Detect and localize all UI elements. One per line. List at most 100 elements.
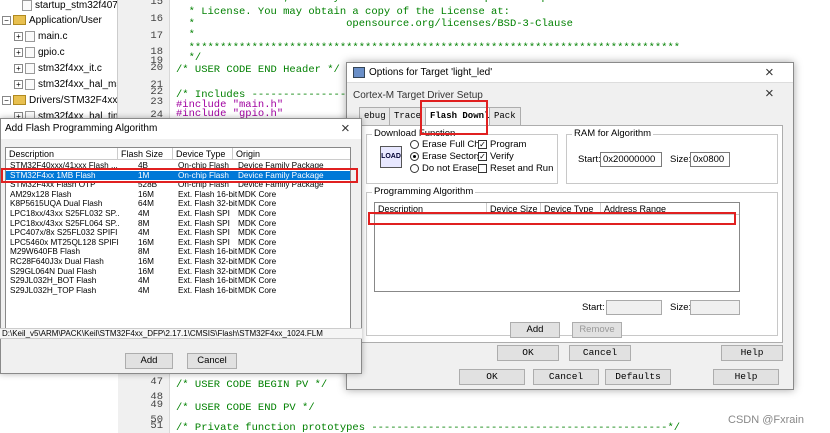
line-number: 23 bbox=[150, 96, 163, 108]
close-icon[interactable]: × bbox=[765, 64, 774, 81]
defaults-button[interactable]: Defaults bbox=[605, 369, 671, 385]
code-line[interactable]: * opensource.org/licenses/BSD-3-Clause bbox=[176, 18, 573, 30]
algorithm-cell: MDK Core bbox=[238, 189, 277, 199]
ok-button[interactable]: OK bbox=[459, 369, 525, 385]
col-origin[interactable]: Origin bbox=[233, 148, 350, 160]
algorithm-row[interactable]: AM29x128 Flash 16M Ext. Flash 16-bit MDK Co… bbox=[6, 190, 350, 200]
tree-item[interactable]: startup_stm32f407xx bbox=[22, 0, 117, 14]
col-flash-size[interactable]: Flash Size bbox=[118, 148, 173, 160]
ram-size-field[interactable]: 0x0800 bbox=[690, 152, 730, 167]
algorithm-cell: M29W640FB Flash bbox=[10, 247, 81, 257]
options-titlebar[interactable]: Options for Target 'light_led' × bbox=[347, 63, 793, 83]
algorithm-row[interactable]: LPC18xx/43xx S25FL032 SP... 4M Ext. Flash … bbox=[6, 209, 350, 219]
algorithm-cell: S29JL032H_BOT Flash bbox=[10, 276, 97, 286]
code-line[interactable]: * the "License"; You may not use this fi… bbox=[176, 0, 643, 4]
expand-icon[interactable]: + bbox=[14, 47, 23, 57]
algorithm-cell: 4M bbox=[138, 209, 150, 218]
load-icon: LOAD bbox=[380, 146, 402, 168]
algorithm-row[interactable]: LPC5460x MT25QL128 SPIFI 16M Ext. Flash SP… bbox=[6, 238, 350, 248]
algo-start-field[interactable] bbox=[606, 300, 662, 315]
unchecked-icon bbox=[478, 163, 487, 173]
algorithm-cell: AM29x128 Flash bbox=[10, 189, 72, 199]
algorithm-row[interactable]: LPC18xx/43xx S25FL064 SP... 8M Ext. Flash … bbox=[6, 219, 350, 229]
inner-ok-button[interactable]: OK bbox=[497, 345, 559, 361]
tree-item[interactable]: + stm32f4xx_it.c bbox=[14, 61, 102, 77]
code-line[interactable]: /* Private function prototypes ---------… bbox=[176, 422, 680, 433]
inner-cancel-button[interactable]: Cancel bbox=[569, 345, 631, 361]
algorithm-cell: 4M bbox=[138, 228, 150, 238]
file-icon bbox=[25, 46, 35, 58]
erase-full-chip-option[interactable]: Erase Full Chip bbox=[410, 139, 487, 150]
algorithm-cell: Ext. Flash 32-bit bbox=[178, 266, 238, 276]
verify-checkbox[interactable]: ✓ Verify bbox=[478, 151, 514, 162]
collapse-icon[interactable]: − bbox=[2, 15, 11, 25]
program-checkbox[interactable]: ✓ Program bbox=[478, 139, 526, 150]
col-device-type[interactable]: Device Type bbox=[173, 148, 233, 160]
code-line[interactable]: * bbox=[176, 29, 195, 41]
code-line[interactable]: /* USER CODE BEGIN PV */ bbox=[176, 379, 327, 391]
algorithm-cell: 16M bbox=[138, 189, 154, 199]
tree-folder[interactable]: −Drivers/STM32F4xx_HAL bbox=[2, 93, 117, 109]
tree-item[interactable]: +stm32f4xx_hal_msp bbox=[14, 77, 117, 93]
algorithm-cell: Ext. Flash 16-bit bbox=[178, 285, 238, 295]
inner-help-button[interactable]: Help bbox=[721, 345, 783, 361]
tree-item[interactable]: + gpio.c bbox=[14, 45, 65, 61]
collapse-icon[interactable]: − bbox=[2, 95, 11, 105]
close-icon[interactable]: × bbox=[341, 120, 350, 137]
code-line[interactable]: /* USER CODE END PV */ bbox=[176, 402, 315, 414]
code-line[interactable]: /* USER CODE END Header */ bbox=[176, 64, 340, 76]
code-line[interactable]: ****************************************… bbox=[176, 42, 681, 54]
expand-icon[interactable]: + bbox=[14, 63, 23, 73]
radio-selected-icon bbox=[410, 151, 419, 161]
algorithm-cell: 8M bbox=[138, 218, 150, 228]
reset-run-checkbox[interactable]: Reset and Run bbox=[478, 163, 553, 174]
file-icon bbox=[25, 30, 35, 42]
tab-debug[interactable]: ebug bbox=[359, 107, 391, 125]
algorithm-cell: LPC18xx/43xx S25FL064 SP... bbox=[10, 218, 120, 228]
algorithm-row[interactable]: M29W640FB Flash 8M Ext. Flash 16-bit MDK Co… bbox=[6, 247, 350, 257]
algorithm-cell: Ext. Flash SPI bbox=[178, 228, 230, 238]
ram-title: RAM for Algorithm bbox=[572, 128, 654, 139]
algorithm-rows: STM32F40xxx/41xxx Flash ... 4B On-chip Fla… bbox=[6, 161, 350, 329]
algorithm-cell: MDK Core bbox=[238, 257, 277, 266]
algorithm-cell: 4M bbox=[138, 276, 150, 286]
algorithm-cell: Ext. Flash 16-bit bbox=[178, 276, 238, 286]
line-number: 51 bbox=[150, 420, 163, 432]
do-not-erase-option[interactable]: Do not Erase bbox=[410, 163, 477, 174]
algorithm-row[interactable]: S29JL032H_BOT Flash 4M Ext. Flash 16-bit MD… bbox=[6, 276, 350, 286]
tab-pack[interactable]: Pack bbox=[489, 107, 521, 125]
algo-size-field[interactable] bbox=[690, 300, 740, 315]
algorithm-cell: Ext. Flash SPI bbox=[178, 209, 230, 218]
algorithm-cell: LPC5460x MT25QL128 SPIFI bbox=[10, 237, 119, 247]
erase-sectors-option[interactable]: Erase Sectors bbox=[410, 151, 482, 162]
algorithm-add-button[interactable]: Add bbox=[125, 353, 173, 369]
algo-size-label: Size: bbox=[670, 302, 692, 313]
cancel-button[interactable]: Cancel bbox=[533, 369, 599, 385]
algorithm-row[interactable]: LPC407x/8x S25FL032 SPIFI 4M Ext. Flash SP… bbox=[6, 228, 350, 238]
algorithm-row[interactable]: K8P5615UQA Dual Flash 64M Ext. Flash 32-bi… bbox=[6, 199, 350, 209]
inner-close-icon[interactable]: × bbox=[765, 85, 774, 102]
algorithm-cell: 8M bbox=[138, 247, 150, 257]
algorithm-row[interactable]: S29JL032H_TOP Flash 4M Ext. Flash 16-bit MD… bbox=[6, 286, 350, 296]
algorithm-cell: 16M bbox=[138, 257, 154, 266]
algorithm-titlebar[interactable]: Add Flash Programming Algorithm × bbox=[1, 119, 361, 139]
options-dialog: Options for Target 'light_led' × Cortex-… bbox=[346, 62, 794, 390]
line-number: 16 bbox=[150, 13, 163, 25]
code-line[interactable]: */ bbox=[176, 52, 202, 64]
tree-item[interactable]: + main.c bbox=[14, 29, 67, 45]
options-title: Options for Target 'light_led' bbox=[369, 67, 493, 78]
add-button[interactable]: Add bbox=[510, 322, 560, 338]
programming-algorithm-title: Programming Algorithm bbox=[372, 186, 476, 197]
algorithm-row[interactable]: S29GL064N Dual Flash 16M Ext. Flash 32-bit… bbox=[6, 267, 350, 277]
algorithm-cancel-button[interactable]: Cancel bbox=[187, 353, 237, 369]
expand-icon[interactable]: + bbox=[14, 31, 23, 41]
line-number: 17 bbox=[150, 30, 163, 42]
algorithm-row[interactable]: RC28F640J3x Dual Flash 16M Ext. Flash 32-b… bbox=[6, 257, 350, 267]
expand-icon[interactable]: + bbox=[14, 79, 23, 89]
ram-start-field[interactable]: 0x20000000 bbox=[600, 152, 662, 167]
help-button[interactable]: Help bbox=[713, 369, 779, 385]
remove-button[interactable]: Remove bbox=[572, 322, 622, 338]
code-line[interactable]: * License. You may obtain a copy of the … bbox=[176, 6, 510, 18]
col-description[interactable]: Description bbox=[6, 148, 118, 160]
tree-folder[interactable]: − Application/User bbox=[2, 13, 102, 29]
